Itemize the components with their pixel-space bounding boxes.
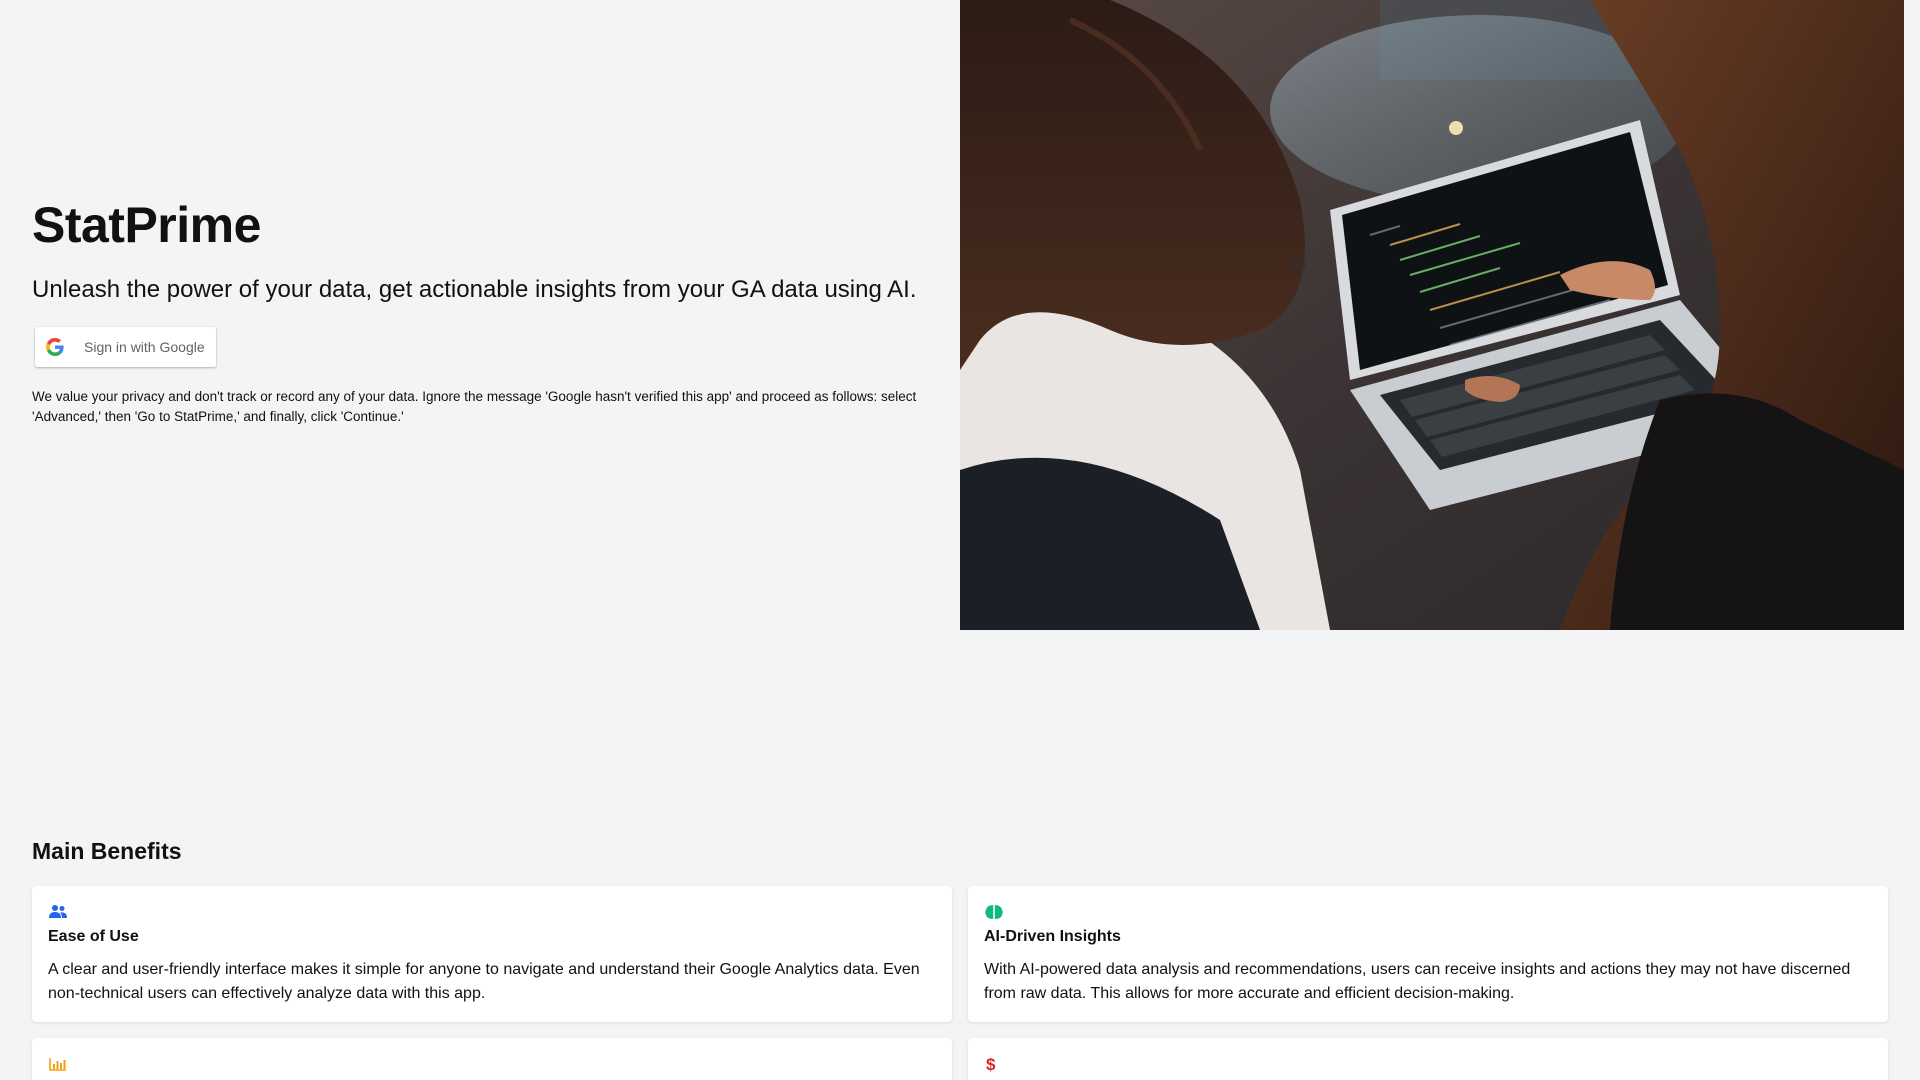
landing-page: StatPrime Unleash the power of your data… [0, 0, 1920, 1080]
benefit-title: Ease of Use [48, 928, 139, 945]
dollar-icon: $ [986, 1056, 996, 1072]
brain-icon [985, 905, 1003, 919]
benefit-card-ai-driven-insights: AI-Driven Insights With AI-powered data … [968, 886, 1888, 1022]
benefit-card-ease-of-use: Ease of Use A clear and user-friendly in… [32, 886, 952, 1022]
hero-photo [960, 0, 1904, 630]
tagline: Unleash the power of your data, get acti… [32, 276, 917, 303]
bar-chart-icon [49, 1058, 66, 1071]
sign-in-button-label: Sign in with Google [84, 338, 205, 355]
app-title: StatPrime [32, 197, 261, 253]
svg-text:$: $ [986, 1056, 996, 1072]
sign-in-with-google-button[interactable]: Sign in with Google [35, 326, 216, 367]
users-icon [49, 905, 67, 918]
people-with-laptop-illustration [960, 0, 1904, 630]
benefit-description: A clear and user-friendly interface make… [48, 961, 920, 1002]
benefit-card-4: $ [968, 1038, 1888, 1080]
benefit-card-3 [32, 1038, 952, 1080]
benefits-heading: Main Benefits [32, 838, 182, 864]
hero-section: StatPrime Unleash the power of your data… [32, 195, 952, 441]
privacy-note: We value your privacy and don't track or… [32, 388, 917, 424]
benefit-title: AI-Driven Insights [984, 928, 1121, 945]
google-logo-icon [46, 337, 64, 356]
benefit-description: With AI-powered data analysis and recomm… [984, 961, 1851, 1002]
